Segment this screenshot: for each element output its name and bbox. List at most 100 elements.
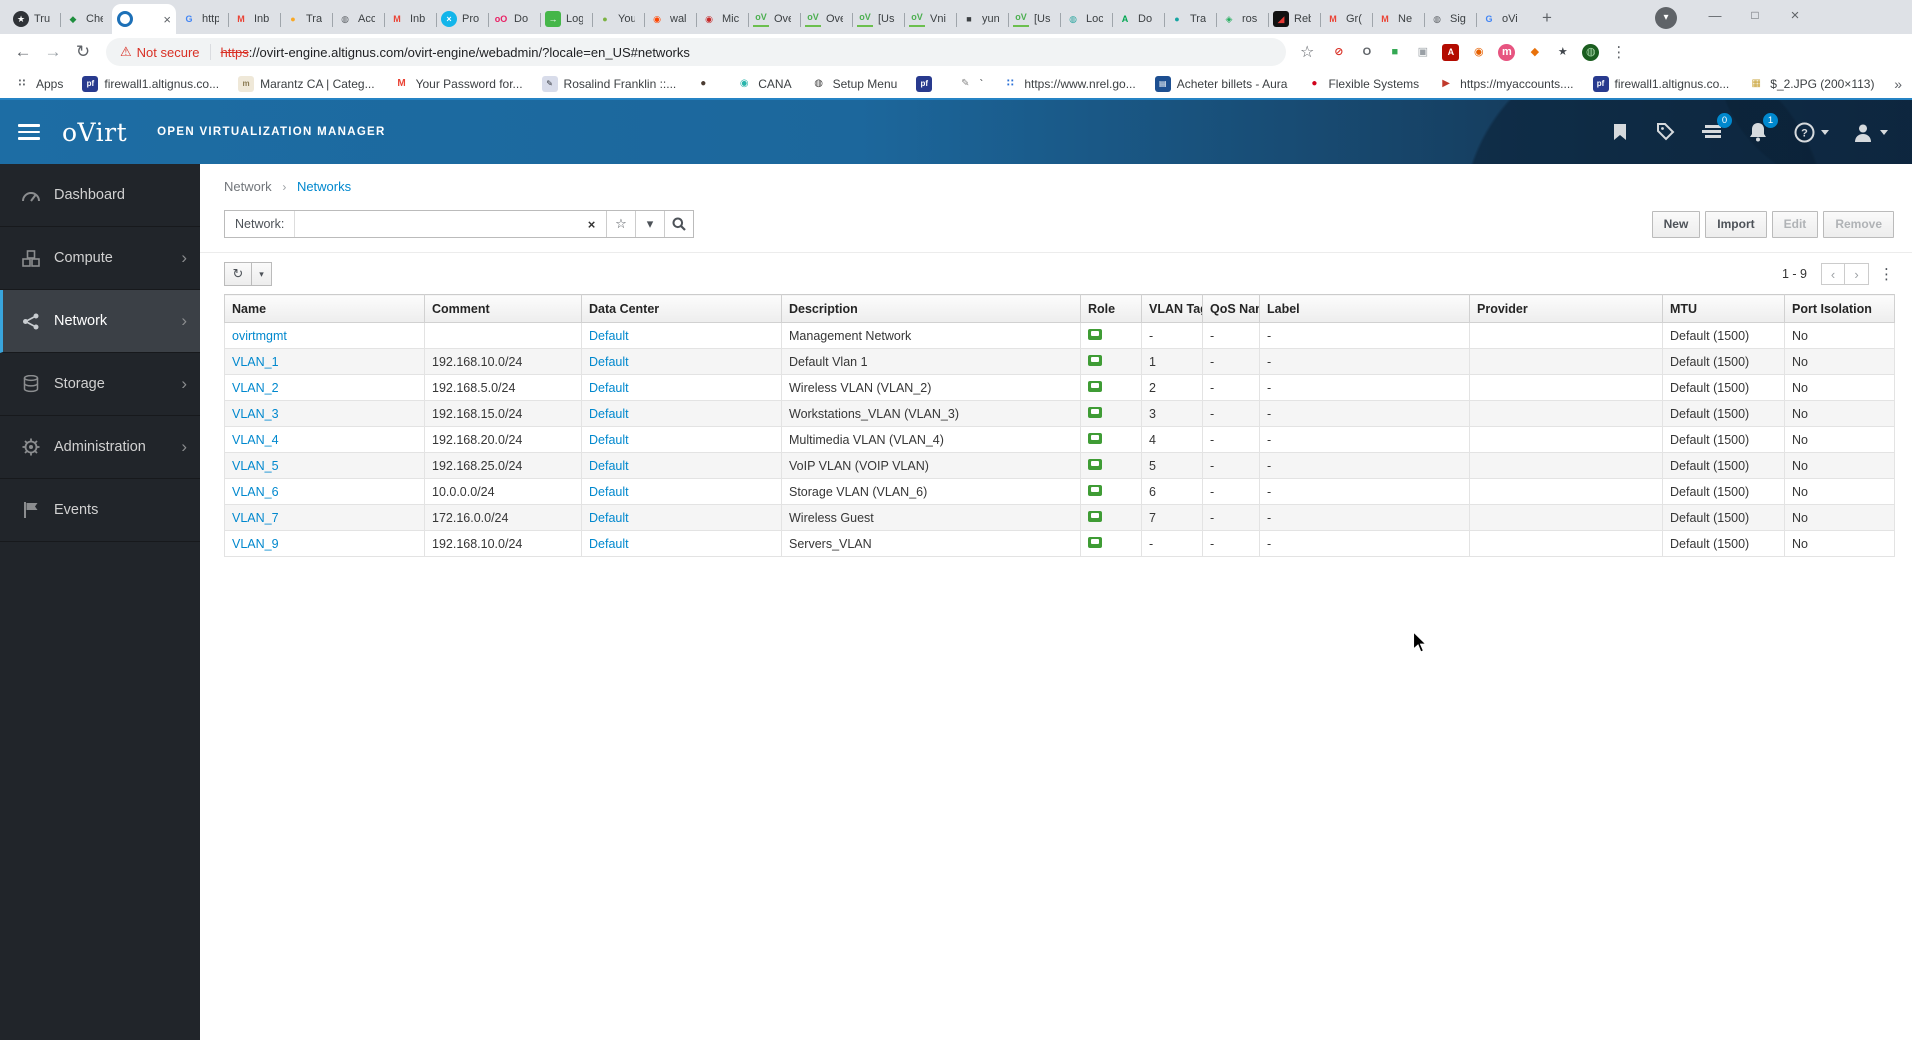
action-button[interactable]: Import — [1705, 210, 1767, 238]
browser-tab[interactable]: ◢ Reb — [1268, 4, 1320, 34]
bookmark-item[interactable]: ● Flexible Systems — [1306, 76, 1419, 92]
bookmark-item[interactable]: ◉ CANA — [736, 76, 792, 92]
bookmark-item[interactable]: ✎ Rosalind Franklin ::... — [541, 76, 676, 92]
data-center-link[interactable]: Default — [589, 407, 629, 421]
browser-tab[interactable]: ◍ Sig — [1424, 4, 1476, 34]
data-center-link[interactable]: Default — [589, 355, 629, 369]
forward-icon[interactable]: → — [38, 42, 68, 62]
clear-search-icon[interactable]: × — [577, 211, 606, 237]
table-row[interactable]: ovirtmgmt Default Management Network - -… — [224, 322, 1895, 349]
browser-tab[interactable]: × — [112, 4, 176, 34]
table-row[interactable]: VLAN_6 10.0.0.0/24 Default Storage VLAN … — [224, 478, 1895, 505]
breadcrumb-current-link[interactable]: Networks — [297, 179, 351, 194]
next-page-icon[interactable]: › — [1845, 263, 1869, 285]
data-center-link[interactable]: Default — [589, 537, 629, 551]
help-icon[interactable]: ? — [1792, 120, 1816, 144]
window-maximize-button[interactable]: □ — [1735, 0, 1775, 30]
table-row[interactable]: VLAN_3 192.168.15.0/24 Default Workstati… — [224, 400, 1895, 427]
sidebar-item-storage[interactable]: Storage › — [0, 353, 200, 416]
browser-tab[interactable]: M Gr( — [1320, 4, 1372, 34]
browser-tab[interactable]: ● You — [592, 4, 644, 34]
bookmark-item[interactable]: pf firewall1.altignus.co... — [82, 76, 219, 92]
network-name-link[interactable]: VLAN_6 — [232, 485, 279, 499]
search-magnifier-icon[interactable] — [664, 211, 693, 237]
browser-tab[interactable]: oV Ove — [800, 4, 852, 34]
column-header[interactable]: Provider — [1469, 294, 1663, 323]
browser-tab[interactable]: M Inb — [228, 4, 280, 34]
back-icon[interactable]: ← — [8, 42, 38, 62]
bookmark-item[interactable]: ∷ https://www.nrel.go... — [1002, 76, 1136, 92]
help-menu[interactable]: ? — [1792, 120, 1829, 144]
new-tab-button[interactable]: + — [1534, 5, 1560, 31]
extension-icon[interactable]: ▣ — [1414, 44, 1431, 61]
window-minimize-button[interactable]: — — [1695, 0, 1735, 30]
tags-icon[interactable] — [1654, 120, 1678, 144]
browser-tab[interactable]: ◆ Che — [60, 4, 112, 34]
browser-menu-icon[interactable]: ⋮ — [1611, 43, 1626, 61]
not-secure-warning-icon[interactable]: ⚠ — [120, 44, 132, 60]
tab-close-icon[interactable]: × — [159, 12, 171, 27]
table-row[interactable]: VLAN_4 192.168.20.0/24 Default Multimedi… — [224, 426, 1895, 453]
browser-tab[interactable]: × Pro — [436, 4, 488, 34]
bookmark-item[interactable]: m Marantz CA | Categ... — [238, 76, 375, 92]
tasks-icon[interactable]: 0 — [1700, 113, 1732, 144]
table-row[interactable]: VLAN_9 192.168.10.0/24 Default Servers_V… — [224, 530, 1895, 557]
alerts-bell-icon[interactable]: 1 — [1746, 113, 1778, 144]
column-header[interactable]: Description — [781, 294, 1081, 323]
bookmark-item[interactable]: ▶ https://myaccounts.... — [1438, 76, 1573, 92]
tab-search-icon[interactable]: ▾ — [1655, 7, 1677, 29]
extension-icon[interactable]: m — [1498, 43, 1516, 61]
data-center-link[interactable]: Default — [589, 485, 629, 499]
column-header[interactable]: Label — [1259, 294, 1470, 323]
sidebar-item-events[interactable]: Events — [0, 479, 200, 542]
extension-icon[interactable]: ★ — [1554, 44, 1571, 61]
sidebar-item-administration[interactable]: Administration › — [0, 416, 200, 479]
bookmark-star-icon[interactable]: ☆ — [1300, 42, 1314, 62]
data-center-link[interactable]: Default — [589, 329, 629, 343]
browser-tab[interactable]: → Log — [540, 4, 592, 34]
column-header[interactable]: QoS Name — [1202, 294, 1260, 323]
bookmark-search-star-icon[interactable]: ☆ — [606, 211, 635, 237]
bookmark-item[interactable]: pf — [916, 76, 938, 92]
column-header[interactable]: VLAN Tag — [1141, 294, 1203, 323]
browser-tab[interactable]: G http — [176, 4, 228, 34]
browser-tab[interactable]: ★ Tru — [8, 4, 60, 34]
browser-tab[interactable]: oV Vni — [904, 4, 956, 34]
column-header[interactable]: Data Center — [581, 294, 782, 323]
url-field[interactable]: ⚠ Not secure https ://ovirt-engine.altig… — [106, 38, 1286, 66]
table-row[interactable]: VLAN_7 172.16.0.0/24 Default Wireless Gu… — [224, 504, 1895, 531]
bookmark-item[interactable]: ∷ Apps — [14, 76, 64, 92]
bookmark-item[interactable]: ✎ ` — [957, 76, 983, 92]
browser-tab[interactable]: ● Tra — [1164, 4, 1216, 34]
data-center-link[interactable]: Default — [589, 459, 629, 473]
browser-tab[interactable]: ◍ Loc — [1060, 4, 1112, 34]
extension-icon[interactable]: ◆ — [1526, 44, 1543, 61]
action-button[interactable]: Edit — [1771, 210, 1819, 238]
network-name-link[interactable]: VLAN_9 — [232, 537, 279, 551]
bookmark-item[interactable]: ◍ Setup Menu — [811, 76, 897, 92]
table-kebab-menu-icon[interactable]: ⋮ — [1879, 265, 1894, 283]
bookmark-item[interactable]: ● — [695, 76, 717, 92]
browser-tab[interactable]: G oVi — [1476, 4, 1528, 34]
data-center-link[interactable]: Default — [589, 511, 629, 525]
search-input[interactable] — [295, 211, 577, 237]
table-row[interactable]: VLAN_1 192.168.10.0/24 Default Default V… — [224, 348, 1895, 375]
column-header[interactable]: Comment — [424, 294, 582, 323]
browser-tab[interactable]: oV [Us — [852, 4, 904, 34]
hamburger-menu-icon[interactable] — [18, 120, 40, 144]
extension-icon[interactable]: ◍ — [1582, 43, 1600, 61]
column-header[interactable]: MTU — [1662, 294, 1785, 323]
extension-icon[interactable]: A — [1442, 43, 1460, 61]
network-name-link[interactable]: ovirtmgmt — [232, 329, 287, 343]
sidebar-item-dashboard[interactable]: Dashboard — [0, 164, 200, 227]
network-name-link[interactable]: VLAN_5 — [232, 459, 279, 473]
sidebar-item-compute[interactable]: Compute › — [0, 227, 200, 290]
network-name-link[interactable]: VLAN_4 — [232, 433, 279, 447]
bookmarks-icon[interactable] — [1608, 120, 1632, 144]
search-dropdown-caret-icon[interactable]: ▾ — [635, 211, 664, 237]
network-name-link[interactable]: VLAN_2 — [232, 381, 279, 395]
data-center-link[interactable]: Default — [589, 433, 629, 447]
ovirt-logo[interactable]: oVirt — [62, 118, 127, 147]
bookmarks-overflow-icon[interactable]: » — [1894, 76, 1902, 92]
extension-icon[interactable]: ⊘ — [1330, 44, 1347, 61]
